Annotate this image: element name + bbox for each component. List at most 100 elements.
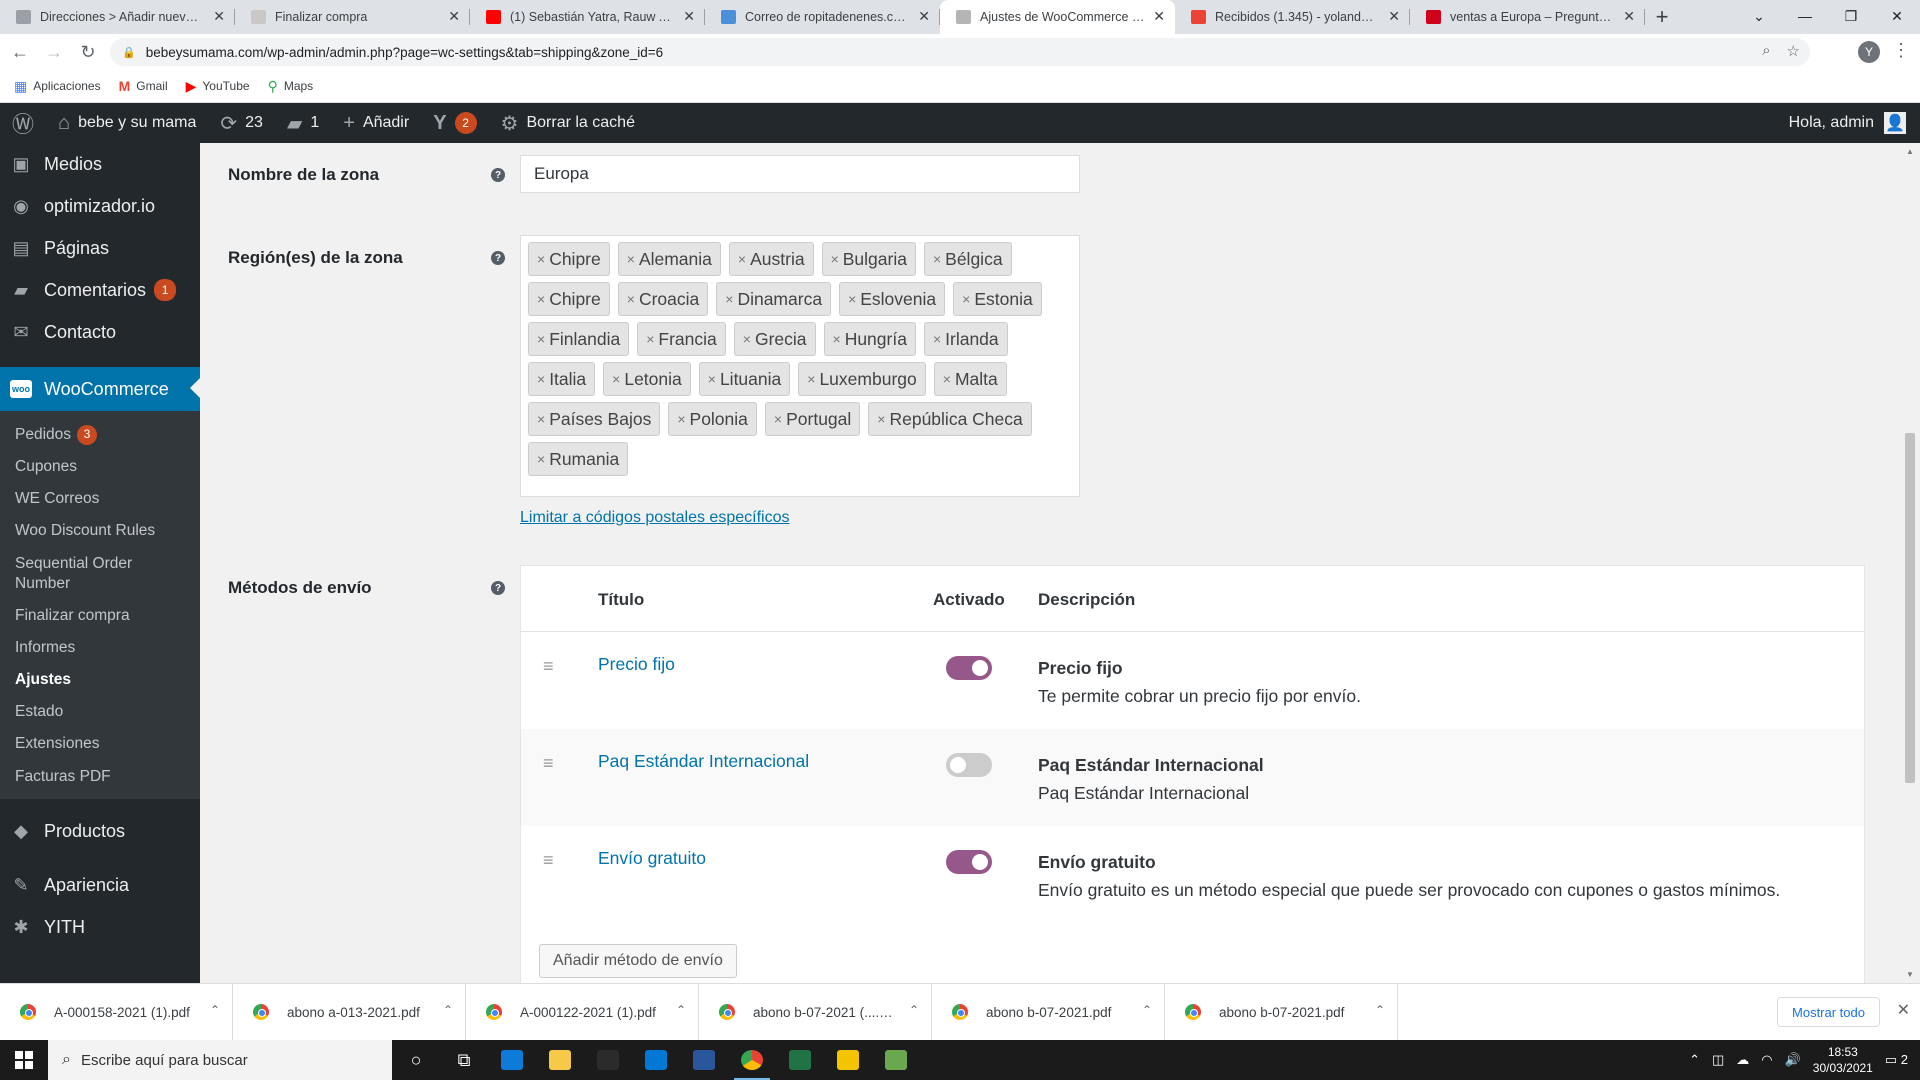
new-tab-button[interactable]: +: [1645, 0, 1679, 34]
lock-icon[interactable]: 🔒: [122, 46, 136, 59]
browser-tab[interactable]: Direcciones > Añadir nuevo « Ro ✕: [0, 0, 235, 34]
chevron-up-icon[interactable]: ⌃: [443, 1003, 453, 1017]
page-scrollbar[interactable]: ▲ ▼: [1900, 143, 1920, 983]
onedrive-icon[interactable]: ☁: [1736, 1052, 1749, 1068]
download-item[interactable]: A-000158-2021 (1).pdf ⌃: [0, 983, 233, 1041]
cortana-icon[interactable]: ○: [392, 1040, 440, 1080]
limit-postcodes-link[interactable]: Limitar a códigos postales específicos: [520, 509, 789, 527]
remove-region-icon[interactable]: ×: [537, 371, 545, 387]
close-window-icon[interactable]: ✕: [1874, 0, 1920, 32]
maximize-icon[interactable]: ❐: [1828, 0, 1874, 32]
tab-close-icon[interactable]: ✕: [448, 8, 460, 25]
tab-close-icon[interactable]: ✕: [1388, 8, 1400, 25]
remove-region-icon[interactable]: ×: [646, 331, 654, 347]
download-item[interactable]: abono b-07-2021.pdf ⌃: [1165, 983, 1398, 1041]
reload-icon[interactable]: ↻: [74, 38, 102, 66]
browser-tab[interactable]: (1) Sebastián Yatra, Rauw Alejan ✕: [470, 0, 705, 34]
chevron-up-icon[interactable]: ⌃: [909, 1003, 919, 1017]
tab-close-icon[interactable]: ✕: [1623, 8, 1635, 25]
scroll-down-icon[interactable]: ▼: [1906, 970, 1914, 979]
task-view-icon[interactable]: ⧉: [440, 1040, 488, 1080]
bookmark-apps[interactable]: ▦ Aplicaciones: [14, 78, 101, 95]
scrollbar-thumb[interactable]: [1905, 433, 1915, 783]
sidebar-item-contacto[interactable]: ✉ Contacto: [0, 311, 200, 353]
method-title-link[interactable]: Envío gratuito: [598, 848, 706, 869]
show-all-downloads-button[interactable]: Mostrar todo: [1777, 997, 1880, 1027]
tray-chevron-icon[interactable]: ⌃: [1689, 1052, 1700, 1068]
my-account-menu[interactable]: Hola, admin 👤: [1789, 103, 1906, 143]
submenu-item[interactable]: Pedidos 3: [0, 419, 200, 451]
bookmark-youtube[interactable]: ▶ YouTube: [186, 78, 250, 95]
chevron-up-icon[interactable]: ⌃: [676, 1003, 686, 1017]
sticky-notes-icon[interactable]: [824, 1040, 872, 1080]
sidebar-item-yith[interactable]: ✱ YITH: [0, 907, 200, 949]
updates-menu[interactable]: ⟳ 23: [208, 103, 275, 143]
download-item[interactable]: abono a-013-2021.pdf ⌃: [233, 983, 466, 1041]
submenu-item[interactable]: Estado: [0, 696, 200, 728]
close-downloads-icon[interactable]: ✕: [1897, 1000, 1910, 1020]
chevron-up-icon[interactable]: ⌃: [1375, 1003, 1385, 1017]
submenu-item[interactable]: Extensiones: [0, 728, 200, 760]
word-icon[interactable]: [680, 1040, 728, 1080]
submenu-item[interactable]: WE Correos: [0, 483, 200, 515]
store-icon[interactable]: [584, 1040, 632, 1080]
yoast-menu[interactable]: Y2: [421, 103, 488, 143]
zone-regions-select[interactable]: × Chipre × Alemania × Austria × Bulgaria × Bélgic…: [520, 235, 1080, 497]
edge-icon[interactable]: [488, 1040, 536, 1080]
download-item[interactable]: abono b-07-2021.pdf ⌃: [932, 983, 1165, 1041]
remove-region-icon[interactable]: ×: [677, 411, 685, 427]
browser-tab[interactable]: Recibidos (1.345) - yolandaretue ✕: [1175, 0, 1410, 34]
remove-region-icon[interactable]: ×: [537, 251, 545, 267]
sidebar-item-medios[interactable]: ▣ Medios: [0, 143, 200, 185]
file-explorer-icon[interactable]: [536, 1040, 584, 1080]
zone-name-input[interactable]: Europa: [520, 155, 1080, 193]
back-arrow-icon[interactable]: ←: [6, 38, 34, 66]
add-shipping-method-button[interactable]: Añadir método de envío: [539, 944, 737, 978]
wp-logo-menu[interactable]: Ⓦ: [0, 103, 46, 143]
submenu-item[interactable]: Facturas PDF: [0, 761, 200, 793]
method-enabled-toggle[interactable]: [946, 753, 992, 777]
add-new-menu[interactable]: + Añadir: [331, 103, 421, 143]
help-tip-icon[interactable]: ?: [491, 251, 505, 265]
remove-region-icon[interactable]: ×: [627, 251, 635, 267]
taskbar-search[interactable]: ⌕ Escribe aquí para buscar: [48, 1040, 392, 1080]
remove-region-icon[interactable]: ×: [877, 411, 885, 427]
help-tip-icon[interactable]: ?: [491, 168, 505, 182]
method-enabled-toggle[interactable]: [946, 850, 992, 874]
submenu-item[interactable]: Cupones: [0, 451, 200, 483]
remove-region-icon[interactable]: ×: [962, 291, 970, 307]
remove-region-icon[interactable]: ×: [537, 331, 545, 347]
remove-region-icon[interactable]: ×: [537, 451, 545, 467]
submenu-item[interactable]: Sequential Order Number: [0, 548, 200, 600]
zoom-icon[interactable]: ⌕: [1762, 42, 1770, 60]
drag-handle-icon[interactable]: ≡: [543, 850, 554, 871]
remove-region-icon[interactable]: ×: [725, 291, 733, 307]
scroll-up-icon[interactable]: ▲: [1906, 147, 1914, 156]
sidebar-item-woocommerce[interactable]: woo WooCommerce: [0, 367, 200, 411]
browser-tab[interactable]: Ajustes de WooCommerce ‹ beb ✕: [940, 0, 1175, 34]
submenu-item[interactable]: Ajustes: [0, 664, 200, 696]
submenu-item[interactable]: Woo Discount Rules: [0, 515, 200, 547]
remove-region-icon[interactable]: ×: [708, 371, 716, 387]
remove-region-icon[interactable]: ×: [738, 251, 746, 267]
forward-arrow-icon[interactable]: →: [40, 38, 68, 66]
sidebar-item-productos[interactable]: ◆ Productos: [0, 811, 200, 853]
volume-icon[interactable]: 🔊: [1785, 1052, 1801, 1068]
url-input[interactable]: 🔒 bebeysumama.com/wp-admin/admin.php?pag…: [110, 38, 1810, 66]
remove-region-icon[interactable]: ×: [774, 411, 782, 427]
remove-region-icon[interactable]: ×: [933, 331, 941, 347]
tab-close-icon[interactable]: ✕: [918, 8, 930, 25]
remove-region-icon[interactable]: ×: [807, 371, 815, 387]
remove-region-icon[interactable]: ×: [943, 371, 951, 387]
app-icon[interactable]: [872, 1040, 920, 1080]
method-title-link[interactable]: Paq Estándar Internacional: [598, 751, 809, 772]
clear-cache-menu[interactable]: ⚙ Borrar la caché: [489, 103, 647, 143]
browser-menu-icon[interactable]: ⋮: [1892, 40, 1910, 61]
chevron-up-icon[interactable]: ⌃: [210, 1003, 220, 1017]
chrome-icon[interactable]: [728, 1040, 776, 1080]
browser-tab[interactable]: Correo de ropitadenenes.com - I ✕: [705, 0, 940, 34]
bookmark-maps[interactable]: ⚲ Maps: [268, 78, 314, 95]
submenu-item[interactable]: Informes: [0, 632, 200, 664]
submenu-item[interactable]: Finalizar compra: [0, 600, 200, 632]
download-item[interactable]: A-000122-2021 (1).pdf ⌃: [466, 983, 699, 1041]
